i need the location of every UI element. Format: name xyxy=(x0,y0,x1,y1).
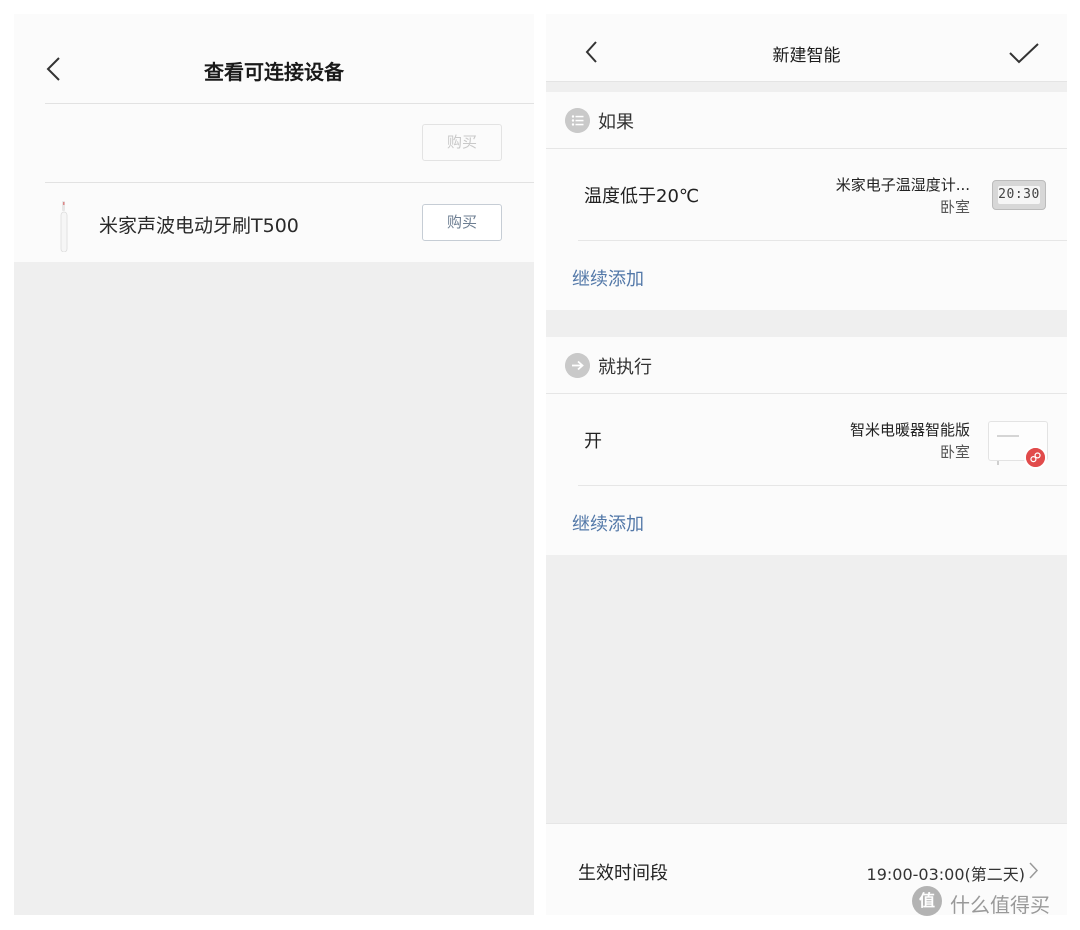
header: 新建智能 xyxy=(546,14,1067,82)
arrow-right-icon xyxy=(565,353,590,378)
product-name: 米家声波电动牙刷T500 xyxy=(99,215,299,237)
section-header-if: 如果 xyxy=(546,92,1067,149)
heater-foot xyxy=(997,461,999,465)
watermark: 值 什么值得买 xyxy=(912,884,1072,924)
toothbrush-product-image xyxy=(60,201,68,252)
clock-display: 20:30 xyxy=(998,186,1040,204)
divider xyxy=(45,103,534,104)
section-label: 就执行 xyxy=(598,357,652,378)
divider xyxy=(45,182,534,183)
buy-button[interactable]: 购买 xyxy=(422,204,502,241)
effective-time-label: 生效时间段 xyxy=(578,863,668,884)
add-condition-link[interactable]: 继续添加 xyxy=(572,265,644,291)
add-action-link[interactable]: 继续添加 xyxy=(572,510,644,536)
chevron-right-icon[interactable] xyxy=(1028,862,1038,879)
device-name: 米家电子温湿度计... xyxy=(835,176,970,194)
link-icon xyxy=(1024,446,1047,469)
divider xyxy=(578,240,1067,241)
device-room: 卧室 xyxy=(939,198,970,216)
if-section: 如果 温度低于20℃ 米家电子温湿度计... 卧室 20:30 继续添加 xyxy=(546,92,1067,310)
heater-logo xyxy=(997,435,1019,437)
effective-time-value: 19:00-03:00(第二天) xyxy=(866,865,1025,884)
action-text: 开 xyxy=(584,431,602,452)
new-automation-screen: 新建智能 如果 温度低于20℃ 米家电子温湿度计... 卧室 20:30 继续添… xyxy=(546,14,1067,915)
section-label: 如果 xyxy=(598,112,634,133)
section-header-then: 就执行 xyxy=(546,337,1067,394)
device-list-screen: 查看可连接设备 购买 米家声波电动牙刷T500 购买 xyxy=(14,14,534,915)
condition-text: 温度低于20℃ xyxy=(584,186,700,207)
condition-row[interactable]: 温度低于20℃ 米家电子温湿度计... 卧室 20:30 xyxy=(546,149,1067,241)
device-list-card: 查看可连接设备 购买 米家声波电动牙刷T500 购买 xyxy=(14,14,534,262)
then-section: 就执行 开 智米电暖器智能版 卧室 继续添加 xyxy=(546,337,1067,555)
device-name: 智米电暖器智能版 xyxy=(849,421,970,439)
device-room: 卧室 xyxy=(939,443,970,461)
watermark-text: 什么值得买 xyxy=(950,893,1050,917)
page-title: 新建智能 xyxy=(772,46,841,66)
divider xyxy=(578,485,1067,486)
checkmark-icon[interactable] xyxy=(1008,42,1040,64)
list-icon xyxy=(565,108,590,133)
thermometer-device-image: 20:30 xyxy=(992,180,1046,210)
buy-button-disabled[interactable]: 购买 xyxy=(422,124,502,161)
watermark-logo-icon: 值 xyxy=(912,886,942,916)
action-row[interactable]: 开 智米电暖器智能版 卧室 xyxy=(546,394,1067,486)
page-title: 查看可连接设备 xyxy=(204,60,344,84)
